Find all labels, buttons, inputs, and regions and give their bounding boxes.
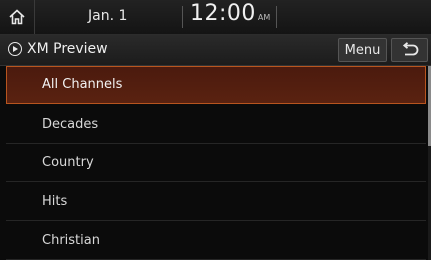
home-icon bbox=[9, 9, 25, 25]
title-bar: XM Preview Menu bbox=[0, 35, 431, 66]
channel-category-list: All Channels Decades Country Hits Christ… bbox=[0, 66, 428, 260]
clock-ampm: AM bbox=[257, 13, 271, 22]
play-circle-icon bbox=[8, 42, 22, 56]
back-button[interactable] bbox=[391, 38, 428, 62]
list-item-all-channels[interactable]: All Channels bbox=[6, 66, 426, 104]
page-title: XM Preview bbox=[27, 41, 108, 57]
list-item-label: Decades bbox=[42, 117, 99, 132]
list-item-decades[interactable]: Decades bbox=[6, 106, 426, 144]
clock-time: 12:00 bbox=[190, 1, 256, 26]
list-item-label: Hits bbox=[42, 194, 68, 209]
list-item-hits[interactable]: Hits bbox=[6, 183, 426, 221]
date-display: Jan. 1 bbox=[88, 8, 128, 24]
list-item-label: Christian bbox=[42, 233, 100, 248]
list-item-christian[interactable]: Christian bbox=[6, 222, 426, 260]
status-divider bbox=[182, 6, 183, 28]
clock-display: 12:00 AM bbox=[190, 1, 270, 26]
list-item-label: Country bbox=[42, 155, 94, 170]
status-bar: Jan. 1 12:00 AM bbox=[0, 0, 431, 35]
menu-button[interactable]: Menu bbox=[338, 38, 387, 62]
list-item-label: All Channels bbox=[42, 77, 123, 92]
back-arrow-icon bbox=[402, 42, 418, 56]
home-button[interactable] bbox=[0, 0, 35, 34]
status-divider bbox=[276, 6, 277, 28]
xm-preview-screen: Jan. 1 12:00 AM XM Preview Menu All Chann… bbox=[0, 0, 431, 260]
list-item-country[interactable]: Country bbox=[6, 144, 426, 182]
